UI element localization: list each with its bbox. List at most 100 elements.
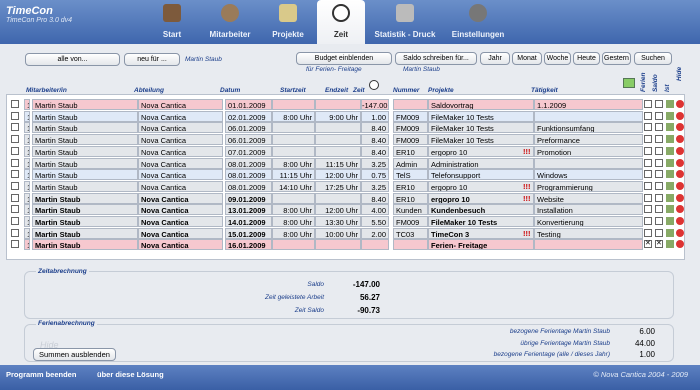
- saldo-checkbox[interactable]: [655, 158, 663, 167]
- cell-dat[interactable]: 06.01.2009: [225, 134, 272, 146]
- cell-tat[interactable]: [534, 157, 643, 169]
- cell-dat[interactable]: 14.01.2009: [225, 216, 272, 227]
- tab-start[interactable]: Start: [143, 0, 201, 44]
- cell-nr[interactable]: FM009: [393, 122, 428, 134]
- cell-ma[interactable]: Martin Staub: [32, 122, 138, 134]
- cell-nr[interactable]: Admin: [393, 157, 428, 169]
- cell-ma[interactable]: Martin Staub: [32, 110, 138, 122]
- col-datum[interactable]: Datum: [220, 87, 240, 94]
- cell-dat[interactable]: 02.01.2009: [225, 110, 272, 122]
- edit-icon[interactable]: [666, 100, 674, 108]
- col-projekte[interactable]: Projekte: [428, 87, 454, 94]
- cell-nr[interactable]: FM009: [393, 110, 428, 122]
- tab-zeit[interactable]: Zeit: [317, 0, 365, 44]
- cell-z[interactable]: 8.40: [361, 122, 389, 134]
- ferien-checkbox[interactable]: [644, 205, 652, 214]
- cell-ma[interactable]: Martin Staub: [32, 134, 138, 146]
- cell-abt[interactable]: Nova Cantica: [138, 157, 223, 169]
- cell-n[interactable]: 1: [24, 110, 30, 122]
- cell-z[interactable]: 2.00: [361, 227, 389, 239]
- edit-icon[interactable]: [666, 111, 674, 120]
- budget-icon[interactable]: [623, 78, 635, 88]
- cell-proj[interactable]: Ferien- Freitage: [428, 239, 534, 251]
- period-jahr-button[interactable]: Jahr: [480, 52, 510, 65]
- cell-n[interactable]: 1: [24, 192, 30, 204]
- saldo-checkbox[interactable]: [655, 193, 663, 202]
- cell-dat[interactable]: 08.01.2009: [225, 180, 272, 192]
- saldo-checkbox[interactable]: [655, 100, 663, 108]
- ferien-checkbox[interactable]: [644, 111, 652, 120]
- delete-icon[interactable]: [676, 158, 684, 167]
- cell-tat[interactable]: Website: [534, 192, 643, 204]
- tab-statistik-druck[interactable]: Statistik - Druck: [365, 0, 445, 44]
- cell-en[interactable]: [315, 145, 361, 157]
- cell-en[interactable]: 11:15 Uhr: [315, 157, 361, 169]
- saldo-checkbox[interactable]: [655, 123, 663, 132]
- tab-einstellungen[interactable]: Einstellungen: [445, 0, 511, 44]
- cell-proj[interactable]: FileMaker 10 Tests: [428, 216, 534, 227]
- ferien-checkbox[interactable]: [644, 239, 652, 249]
- period-gestern-button[interactable]: Gestern: [602, 52, 631, 65]
- edit-icon[interactable]: [666, 228, 674, 237]
- ferien-checkbox[interactable]: [644, 181, 652, 190]
- cell-en[interactable]: [315, 99, 361, 110]
- cell-st[interactable]: [272, 145, 315, 157]
- neu-fur-button[interactable]: neu für ...: [124, 53, 180, 66]
- ferien-checkbox[interactable]: [644, 217, 652, 225]
- cell-st[interactable]: 11:15 Uhr: [272, 169, 315, 181]
- cell-abt[interactable]: Nova Cantica: [138, 99, 223, 110]
- saldo-checkbox[interactable]: [655, 170, 663, 179]
- cell-nr[interactable]: [393, 239, 428, 251]
- cell-n[interactable]: 1: [24, 216, 30, 227]
- delete-icon[interactable]: [676, 240, 684, 249]
- saldo-checkbox[interactable]: [655, 181, 663, 190]
- cell-dat[interactable]: 13.01.2009: [225, 204, 272, 216]
- col-mitarbeiter[interactable]: Mitarbeiter/in: [26, 87, 67, 94]
- cell-z[interactable]: 8.40: [361, 145, 389, 157]
- cell-z[interactable]: 0.75: [361, 169, 389, 181]
- ferien-checkbox[interactable]: [644, 158, 652, 167]
- delete-icon[interactable]: [676, 135, 684, 144]
- edit-icon[interactable]: [666, 135, 674, 144]
- cell-n[interactable]: 1: [24, 204, 30, 216]
- cell-abt[interactable]: Nova Cantica: [138, 180, 223, 192]
- cell-proj[interactable]: ergopro 10: [428, 192, 534, 204]
- row-select-checkbox[interactable]: [11, 158, 19, 167]
- cell-st[interactable]: [272, 134, 315, 146]
- cell-dat[interactable]: 01.01.2009: [225, 99, 272, 110]
- cell-st[interactable]: 8:00 Uhr: [272, 216, 315, 227]
- edit-icon[interactable]: [666, 146, 674, 155]
- ferien-checkbox[interactable]: [644, 228, 652, 237]
- cell-z[interactable]: 8.40: [361, 192, 389, 204]
- cell-tat[interactable]: [534, 239, 643, 251]
- summen-ausblenden-button[interactable]: Summen ausblenden: [33, 348, 116, 361]
- cell-nr[interactable]: TelS: [393, 169, 428, 181]
- cell-z[interactable]: 3.25: [361, 157, 389, 169]
- row-select-checkbox[interactable]: [11, 193, 19, 202]
- edit-icon[interactable]: [666, 181, 674, 190]
- saldo-checkbox[interactable]: [655, 146, 663, 155]
- cell-tat[interactable]: Konvertierung: [534, 216, 643, 227]
- cell-proj[interactable]: ergopro 10: [428, 145, 534, 157]
- cell-ma[interactable]: Martin Staub: [32, 145, 138, 157]
- cell-ma[interactable]: Martin Staub: [32, 227, 138, 239]
- cell-dat[interactable]: 06.01.2009: [225, 122, 272, 134]
- row-select-checkbox[interactable]: [11, 170, 19, 179]
- cell-proj[interactable]: Saldovortrag: [428, 99, 534, 110]
- cell-nr[interactable]: FM009: [393, 134, 428, 146]
- delete-icon[interactable]: [676, 111, 684, 120]
- clock-icon[interactable]: [369, 80, 379, 90]
- period-heute-button[interactable]: Heute: [573, 52, 600, 65]
- delete-icon[interactable]: [676, 205, 684, 214]
- cell-abt[interactable]: Nova Cantica: [138, 110, 223, 122]
- saldo-checkbox[interactable]: [655, 205, 663, 214]
- edit-icon[interactable]: [666, 217, 674, 225]
- cell-dat[interactable]: 07.01.2009: [225, 145, 272, 157]
- cell-st[interactable]: [272, 239, 315, 251]
- row-select-checkbox[interactable]: [11, 146, 19, 155]
- cell-z[interactable]: -147.00: [361, 99, 389, 110]
- cell-ma[interactable]: Martin Staub: [32, 180, 138, 192]
- cell-n[interactable]: 1: [24, 157, 30, 169]
- cell-tat[interactable]: Windows: [534, 169, 643, 181]
- cell-proj[interactable]: TimeCon 3: [428, 227, 534, 239]
